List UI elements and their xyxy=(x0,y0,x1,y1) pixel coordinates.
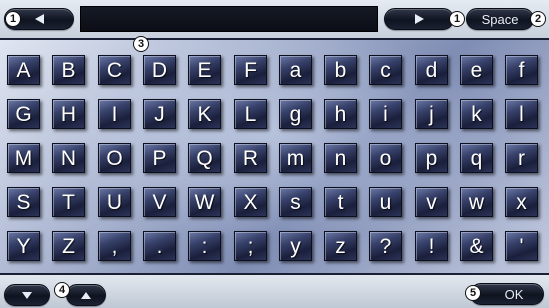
key-0-1[interactable]: B xyxy=(52,55,85,85)
key-2-0[interactable]: M xyxy=(7,143,40,173)
key-2-4[interactable]: Q xyxy=(188,143,221,173)
key-2-2[interactable]: O xyxy=(98,143,131,173)
key-3-0[interactable]: S xyxy=(7,187,40,217)
key-2-7[interactable]: n xyxy=(324,143,357,173)
key-0-3[interactable]: D xyxy=(143,55,176,85)
callout-marker-ok: 5 xyxy=(465,285,481,301)
key-4-6[interactable]: y xyxy=(279,231,312,261)
key-3-9[interactable]: v xyxy=(415,187,448,217)
key-4-8[interactable]: ? xyxy=(369,231,402,261)
key-0-6[interactable]: a xyxy=(279,55,312,85)
key-2-6[interactable]: m xyxy=(279,143,312,173)
key-3-1[interactable]: T xyxy=(52,187,85,217)
keyboard-screen: 1 1 Space 2 ABCDEFabcdef GHIJKLghijkl MNOP… xyxy=(0,0,549,308)
character-key-panel: ABCDEFabcdef GHIJKLghijkl MNOPQRmnopqr STUV… xyxy=(0,38,549,275)
key-4-10[interactable]: & xyxy=(460,231,493,261)
triangle-down-icon xyxy=(22,291,32,299)
key-1-3[interactable]: J xyxy=(143,99,176,129)
ok-button[interactable]: OK xyxy=(470,283,544,305)
callout-marker-space: 2 xyxy=(530,11,546,27)
space-button[interactable]: Space xyxy=(466,8,534,30)
key-1-5[interactable]: L xyxy=(234,99,267,129)
key-2-9[interactable]: p xyxy=(415,143,448,173)
key-1-1[interactable]: H xyxy=(52,99,85,129)
triangle-left-icon xyxy=(34,14,44,24)
key-1-7[interactable]: h xyxy=(324,99,357,129)
key-1-10[interactable]: k xyxy=(460,99,493,129)
triangle-right-icon xyxy=(414,14,424,24)
key-1-4[interactable]: K xyxy=(188,99,221,129)
key-3-3[interactable]: V xyxy=(143,187,176,217)
key-1-6[interactable]: g xyxy=(279,99,312,129)
key-3-4[interactable]: W xyxy=(188,187,221,217)
key-3-8[interactable]: u xyxy=(369,187,402,217)
key-0-10[interactable]: e xyxy=(460,55,493,85)
triangle-up-icon xyxy=(81,291,91,299)
key-4-5[interactable]: ; xyxy=(234,231,267,261)
key-1-8[interactable]: i xyxy=(369,99,402,129)
key-4-1[interactable]: Z xyxy=(52,231,85,261)
key-0-8[interactable]: c xyxy=(369,55,402,85)
key-0-2[interactable]: C xyxy=(98,55,131,85)
key-2-11[interactable]: r xyxy=(505,143,538,173)
key-3-6[interactable]: s xyxy=(279,187,312,217)
key-3-7[interactable]: t xyxy=(324,187,357,217)
callout-marker-right-arrow: 1 xyxy=(449,11,465,27)
key-1-0[interactable]: G xyxy=(7,99,40,129)
key-2-5[interactable]: R xyxy=(234,143,267,173)
key-0-9[interactable]: d xyxy=(415,55,448,85)
text-input-display[interactable] xyxy=(80,6,378,32)
key-4-7[interactable]: z xyxy=(324,231,357,261)
bottom-bar: 4 5 OK xyxy=(0,275,549,308)
key-0-0[interactable]: A xyxy=(7,55,40,85)
page-up-button[interactable] xyxy=(66,284,106,306)
callout-marker-left-arrow: 1 xyxy=(5,11,21,27)
key-4-3[interactable]: . xyxy=(143,231,176,261)
key-2-8[interactable]: o xyxy=(369,143,402,173)
ok-button-label: OK xyxy=(504,286,524,302)
callout-marker-keys: 3 xyxy=(133,36,149,52)
key-4-11[interactable]: ' xyxy=(505,231,538,261)
top-bar: 1 1 Space 2 xyxy=(0,0,549,39)
key-1-2[interactable]: I xyxy=(98,99,131,129)
key-3-10[interactable]: w xyxy=(460,187,493,217)
cursor-right-button[interactable] xyxy=(384,8,454,30)
key-3-2[interactable]: U xyxy=(98,187,131,217)
key-3-5[interactable]: X xyxy=(234,187,267,217)
key-1-11[interactable]: l xyxy=(505,99,538,129)
key-0-5[interactable]: F xyxy=(234,55,267,85)
key-4-9[interactable]: ! xyxy=(415,231,448,261)
key-4-0[interactable]: Y xyxy=(7,231,40,261)
key-4-4[interactable]: : xyxy=(188,231,221,261)
key-2-10[interactable]: q xyxy=(460,143,493,173)
key-0-4[interactable]: E xyxy=(188,55,221,85)
key-0-11[interactable]: f xyxy=(505,55,538,85)
callout-marker-page: 4 xyxy=(54,282,70,298)
key-0-7[interactable]: b xyxy=(324,55,357,85)
key-1-9[interactable]: j xyxy=(415,99,448,129)
space-button-label: Space xyxy=(481,11,519,27)
key-2-3[interactable]: P xyxy=(143,143,176,173)
key-2-1[interactable]: N xyxy=(52,143,85,173)
key-3-11[interactable]: x xyxy=(505,187,538,217)
key-4-2[interactable]: , xyxy=(98,231,131,261)
page-down-button[interactable] xyxy=(4,284,50,306)
